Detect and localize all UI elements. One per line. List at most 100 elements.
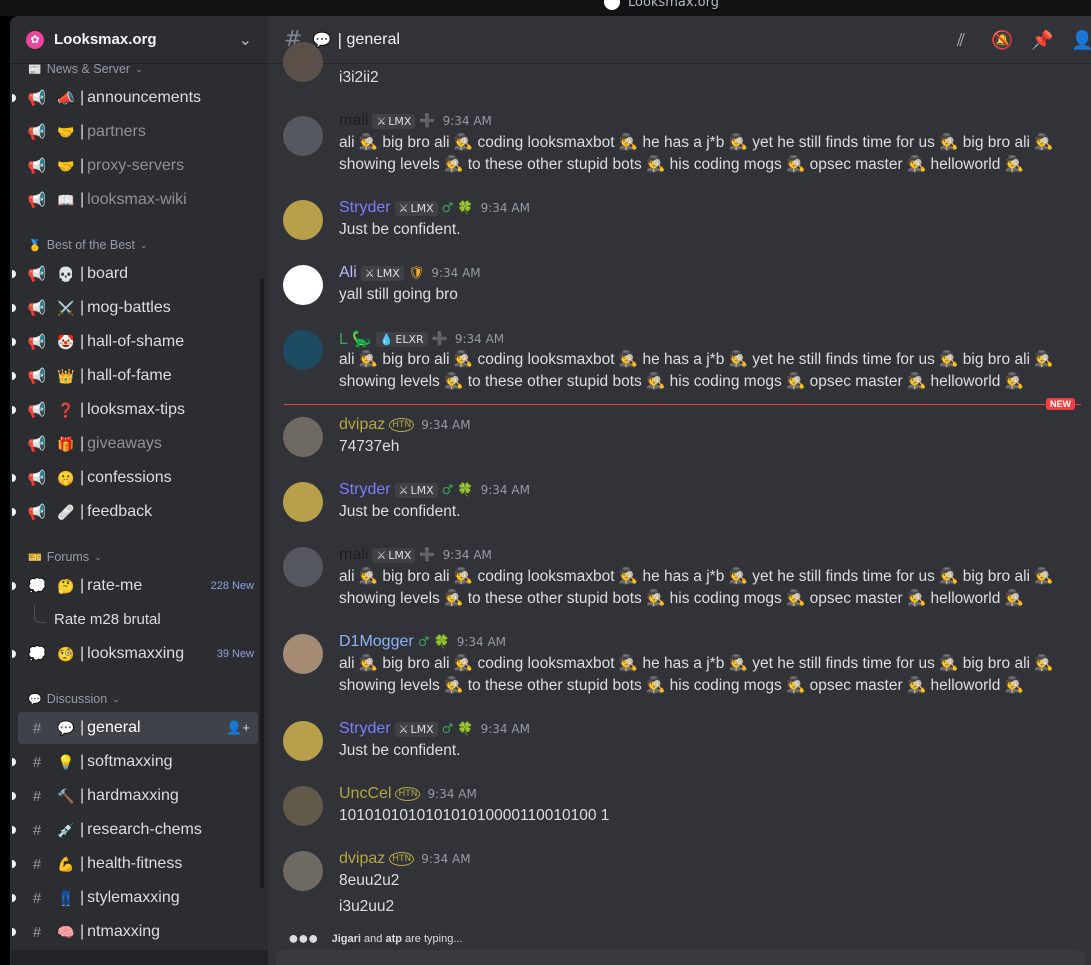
guild-header[interactable]: ✿ Looksmax.org ⌄ — [10, 16, 268, 64]
channel-partners[interactable]: 📢 🤝 | partners — [18, 116, 258, 148]
username[interactable]: Stryder — [339, 720, 391, 738]
chevron-down-icon: ⌄ — [94, 551, 102, 562]
category-forums[interactable]: 🎫 Forums ⌄ — [28, 548, 102, 566]
channel-softmaxxing[interactable]: # 💡 | softmaxxing — [12, 746, 258, 778]
newspaper-icon: 📰 — [28, 63, 42, 76]
channel-name: feedback — [87, 503, 153, 520]
message-header: Stryder ⚔ LMX ♂ 🍀 9:34 AM — [339, 481, 530, 499]
invite-user-icon[interactable]: 👤+ — [226, 720, 250, 736]
username[interactable]: mali — [339, 112, 368, 130]
channel-giveaways[interactable]: 📢 🎁 | giveaways — [18, 428, 258, 460]
channel-proxy-servers[interactable]: 📢 🤝 | proxy-servers — [18, 150, 258, 182]
channel-emoji-icon: 📣 — [57, 89, 75, 106]
pin-icon[interactable]: 📌 — [1031, 30, 1053, 51]
unread-indicator — [12, 792, 16, 800]
username[interactable]: Ali — [339, 264, 357, 282]
channel-board[interactable]: 📢 💀 | board — [12, 258, 258, 290]
avatar[interactable] — [283, 200, 323, 240]
channel-announcements[interactable]: 📢 📣 | announcements — [12, 82, 258, 114]
unread-indicator — [12, 508, 16, 516]
user-panel[interactable] — [10, 950, 268, 965]
username[interactable]: Stryder — [339, 481, 391, 499]
hashtag-icon: # — [32, 719, 42, 737]
unread-indicator — [12, 406, 16, 414]
notifications-muted-icon[interactable]: 🔕 — [991, 30, 1013, 51]
avatar[interactable] — [283, 265, 323, 305]
hashtag-icon: # — [32, 923, 42, 941]
channel-name: looksmaxxing — [87, 645, 185, 662]
app-logo-icon — [604, 0, 620, 10]
avatar[interactable] — [283, 547, 323, 587]
avatar[interactable] — [283, 330, 323, 370]
channel-emoji-icon: 💡 — [57, 753, 75, 770]
avatar[interactable] — [283, 634, 323, 674]
channel-emoji-icon: 💉 — [57, 821, 75, 838]
message-text: 8euu2u2 — [339, 872, 400, 889]
channel-emoji-icon: 👖 — [57, 889, 75, 906]
message-text: ali 🕵 big bro ali 🕵 coding looksmaxbot 🕵… — [339, 655, 1054, 694]
avatar[interactable] — [283, 851, 323, 891]
guild-tag: ⚔ LMX — [394, 721, 438, 737]
role-icon: ➕ — [419, 113, 436, 129]
channel-emoji-icon: 🎁 — [57, 435, 75, 452]
hashtag-icon: # — [32, 787, 42, 805]
channel-general[interactable]: # 💬 | general 👤+ — [18, 712, 258, 744]
channel-ntmaxxing[interactable]: # 🧠 | ntmaxxing — [12, 916, 258, 948]
channel-emoji-icon: 💬 — [57, 719, 75, 736]
channel-emoji-icon: 🤔 — [57, 577, 75, 594]
new-posts-badge: 228 New — [210, 580, 254, 592]
username[interactable]: L 🦕 — [339, 329, 372, 349]
message-header: mali ⚔ LMX ➕ 9:34 AM — [339, 112, 492, 130]
category-news-server[interactable]: 📰 News & Server ⌄ — [28, 60, 143, 78]
thread-rate-m28-brutal[interactable]: Rate m28 brutal — [34, 605, 161, 631]
unread-indicator — [12, 826, 16, 834]
avatar[interactable] — [283, 482, 323, 522]
channel-looksmax-tips[interactable]: 📢 ❓ | looksmax-tips — [12, 394, 258, 426]
channel-name: hardmaxxing — [87, 787, 179, 804]
username[interactable]: D1Mogger — [339, 633, 414, 651]
channel-emoji-icon: 🧠 — [57, 923, 75, 940]
channel-hardmaxxing[interactable]: # 🔨 | hardmaxxing — [12, 780, 258, 812]
megaphone-icon: 📢 — [27, 124, 47, 141]
category-best-of-the-best[interactable]: 🥇 Best of the Best ⌄ — [28, 236, 148, 254]
channel-mog-battles[interactable]: 📢 ⚔️ | mog-battles — [12, 292, 258, 324]
category-discussion[interactable]: 💬 Discussion ⌄ — [28, 690, 120, 708]
channel-sidebar: ✿ Looksmax.org ⌄ 📰 News & Server ⌄ 🥇 Bes… — [10, 16, 268, 965]
username[interactable]: dvipaz — [339, 850, 385, 868]
channel-research-chems[interactable]: # 💉 | research-chems — [12, 814, 258, 846]
channel-name: partners — [87, 123, 146, 140]
unread-indicator — [12, 650, 16, 658]
message-header: Stryder ⚔ LMX ♂ 🍀 9:34 AM — [339, 199, 530, 217]
channel-emoji-icon: 🤝 — [57, 123, 75, 140]
avatar[interactable] — [283, 786, 323, 826]
avatar[interactable] — [283, 42, 323, 82]
avatar[interactable] — [283, 721, 323, 761]
channel-stylemaxxing[interactable]: # 👖 | stylemaxxing — [12, 882, 258, 914]
megaphone-icon: 📢 — [27, 436, 47, 453]
channel-looksmaxxing[interactable]: 💭 🧐 | looksmaxxing 39 New — [12, 638, 258, 670]
username[interactable]: dvipaz — [339, 416, 385, 434]
avatar[interactable] — [283, 116, 323, 156]
member-list-icon[interactable]: 👤 — [1071, 30, 1091, 51]
timestamp: 9:34 AM — [456, 635, 507, 649]
header-toolbar: ⫽ 🔕 📌 👤 — [951, 30, 1091, 51]
username[interactable]: mali — [339, 546, 368, 564]
avatar[interactable] — [283, 417, 323, 457]
message-composer[interactable] — [276, 950, 1086, 965]
sidebar-scrollbar[interactable] — [260, 278, 264, 888]
channel-rate-me[interactable]: 💭 🤔 | rate-me 228 New — [12, 570, 258, 602]
channel-health-fitness[interactable]: # 💪 | health-fitness — [12, 848, 258, 880]
chevron-down-icon[interactable]: ⌄ — [239, 30, 252, 49]
message-text: ali 🕵 big bro ali 🕵 coding looksmaxbot 🕵… — [339, 351, 1054, 390]
channel-hall-of-fame[interactable]: 📢 👑 | hall-of-fame — [12, 360, 258, 392]
threads-icon[interactable]: ⫽ — [951, 30, 971, 51]
channel-confessions[interactable]: 📢 🤫 | confessions — [12, 462, 258, 494]
username[interactable]: UncCel — [339, 785, 391, 803]
channel-emoji-icon: ⚔️ — [57, 299, 75, 316]
message-text: i3i2ii2 — [339, 69, 379, 86]
channel-name: giveaways — [87, 435, 162, 452]
channel-looksmax-wiki[interactable]: 📢 📖 | looksmax-wiki — [18, 184, 258, 216]
username[interactable]: Stryder — [339, 199, 391, 217]
channel-feedback[interactable]: 📢 🩹 | feedback — [12, 496, 258, 528]
channel-hall-of-shame[interactable]: 📢 🤡 | hall-of-shame — [12, 326, 258, 358]
